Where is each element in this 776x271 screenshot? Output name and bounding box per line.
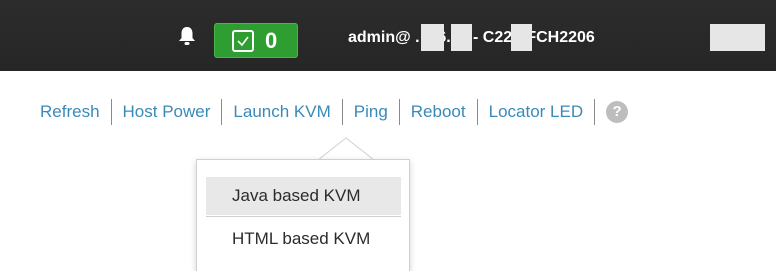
fault-count: 0 [265, 28, 278, 53]
separator [341, 99, 343, 125]
refresh-link[interactable]: Refresh [40, 102, 100, 122]
locator-led-link[interactable]: Locator LED [489, 102, 584, 122]
redaction-block [710, 24, 765, 51]
java-based-kvm-option[interactable]: Java based KVM [206, 177, 401, 215]
host-power-link[interactable]: Host Power [123, 102, 211, 122]
bell-icon[interactable] [176, 25, 198, 47]
dropdown-caret [318, 137, 374, 161]
menu-divider [206, 216, 401, 217]
html-based-kvm-option[interactable]: HTML based KVM [206, 220, 401, 258]
separator [221, 99, 223, 125]
separator [476, 99, 478, 125]
checkbox-icon [232, 30, 254, 52]
redaction-block [511, 24, 532, 51]
ping-link[interactable]: Ping [354, 102, 388, 122]
redaction-block [421, 24, 444, 51]
top-navigation-bar: 0 admin@ . .76.21 - C220-FCH2206 [0, 0, 776, 71]
redaction-block [451, 24, 472, 51]
separator [110, 99, 112, 125]
separator [398, 99, 400, 125]
separator [594, 99, 596, 125]
launch-kvm-dropdown: Java based KVM HTML based KVM [196, 159, 410, 271]
help-icon[interactable]: ? [606, 101, 629, 123]
actions-toolbar: Refresh Host Power Launch KVM Ping Reboo… [40, 97, 629, 127]
launch-kvm-link[interactable]: Launch KVM [233, 102, 330, 122]
fault-summary-badge[interactable]: 0 [214, 23, 298, 58]
reboot-link[interactable]: Reboot [411, 102, 466, 122]
